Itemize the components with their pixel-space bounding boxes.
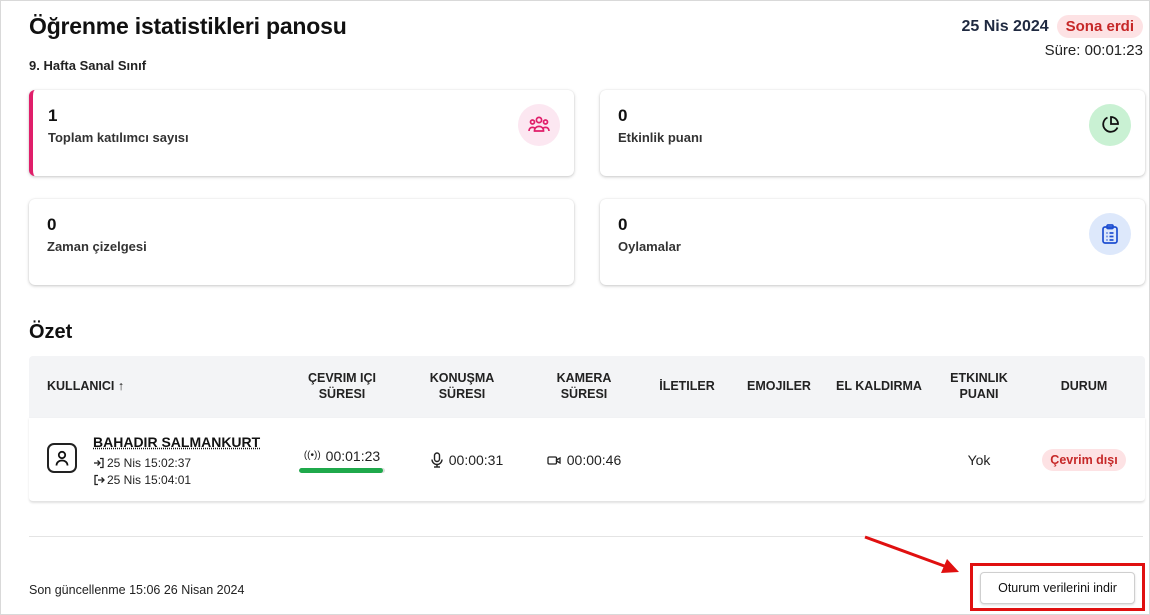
cell-hand-raise	[831, 418, 927, 502]
column-header-activity-score[interactable]: ETKINLIK PUANI	[933, 356, 1025, 418]
card-value: 0	[618, 215, 628, 234]
column-header-messages[interactable]: İLETILER	[647, 356, 727, 418]
column-header-camera-time[interactable]: KAMERA SÜRESI	[539, 356, 629, 418]
left-time-text: 25 Nis 15:04:01	[107, 473, 192, 487]
annotation-arrow-icon	[864, 535, 959, 573]
card-value: 0	[47, 215, 57, 234]
class-name: 9. Hafta Sanal Sınıf	[29, 58, 147, 73]
microphone-icon	[431, 452, 443, 468]
session-status-badge: Sona erdi	[1056, 15, 1143, 38]
card-label: Toplam katılımcı sayısı	[48, 130, 189, 145]
session-duration: Süre: 00:01:23	[1044, 42, 1143, 59]
download-session-data-button[interactable]: Oturum verilerini indir	[980, 572, 1135, 604]
camera-time-text: 00:00:46	[566, 452, 622, 468]
card-label: Zaman çizelgesi	[47, 239, 147, 254]
column-header-hand-raise[interactable]: EL KALDIRMA	[831, 356, 927, 418]
table-header: KULLANICI ↑ ÇEVRIM IÇI SÜRESI KONUŞMA SÜ…	[29, 356, 1145, 418]
summary-title: Özet	[29, 321, 73, 343]
footer-divider	[29, 536, 1143, 537]
cell-camera-time: 00:00:46	[534, 418, 634, 502]
card-label: Etkinlik puanı	[618, 130, 703, 145]
cell-status: Çevrim dışı	[1039, 418, 1129, 502]
logout-icon	[94, 474, 105, 486]
session-info: 25 Nis 2024 Sona erdi Süre: 00:01:23	[961, 15, 1143, 59]
column-header-user[interactable]: KULLANICI ↑	[47, 356, 247, 418]
user-name[interactable]: BAHADIR SALMANKURT	[93, 434, 260, 450]
video-camera-icon	[547, 455, 561, 465]
user-joined-time: 25 Nis 15:02:37	[93, 456, 191, 470]
user-left-time: 25 Nis 15:04:01	[93, 473, 191, 487]
last-updated-text: Son güncellenme 15:06 26 Nisan 2024	[29, 583, 245, 597]
speaking-time-text: 00:00:31	[448, 452, 504, 468]
dashboard-header: Öğrenme istatistikleri panosu 9. Hafta S…	[29, 13, 1143, 73]
user-avatar-icon	[47, 443, 77, 473]
card-timeline: 0 Zaman çizelgesi	[29, 199, 574, 285]
card-label: Oylamalar	[618, 239, 681, 254]
column-header-online-time[interactable]: ÇEVRIM IÇI SÜRESI	[297, 356, 387, 418]
clipboard-list-icon	[1089, 213, 1131, 255]
session-date: 25 Nis 2024	[961, 17, 1049, 35]
pie-chart-icon	[1089, 104, 1131, 146]
joined-time-text: 25 Nis 15:02:37	[107, 456, 192, 470]
card-value: 1	[48, 106, 58, 125]
online-progress-bar	[299, 467, 385, 473]
participants-icon	[518, 104, 560, 146]
column-header-status[interactable]: DURUM	[1039, 356, 1129, 418]
cell-online-time: ((•)) 00:01:23	[297, 418, 387, 502]
offline-status-badge: Çevrim dışı	[1042, 449, 1126, 471]
summary-table: KULLANICI ↑ ÇEVRIM IÇI SÜRESI KONUŞMA SÜ…	[29, 356, 1145, 502]
column-header-emojis[interactable]: EMOJILER	[739, 356, 819, 418]
card-total-participants: 1 Toplam katılımcı sayısı	[29, 90, 574, 176]
card-polls: 0 Oylamalar	[600, 199, 1145, 285]
cell-speaking-time: 00:00:31	[417, 418, 517, 502]
card-value: 0	[618, 106, 628, 125]
online-time-text: 00:01:23	[325, 447, 381, 464]
cell-messages	[647, 418, 727, 502]
table-row: BAHADIR SALMANKURT 25 Nis 15:02:37 25 Ni…	[29, 418, 1145, 502]
online-progress-fill	[299, 467, 384, 473]
login-icon	[94, 457, 104, 469]
cell-emojis	[739, 418, 819, 502]
broadcast-icon: ((•))	[303, 450, 321, 461]
cell-activity-score: Yok	[967, 452, 991, 468]
card-activity-score: 0 Etkinlik puanı	[600, 90, 1145, 176]
column-header-speaking-time[interactable]: KONUŞMA SÜRESI	[417, 356, 507, 418]
